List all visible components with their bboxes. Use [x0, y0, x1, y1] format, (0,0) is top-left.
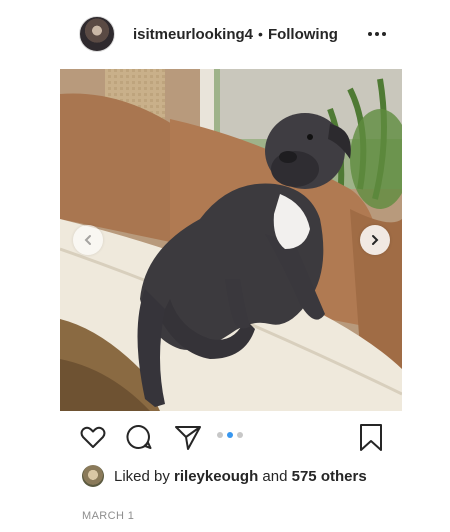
comment-button[interactable]: [124, 422, 154, 457]
send-icon: [175, 426, 201, 450]
like-button[interactable]: [78, 422, 108, 457]
carousel-dot-active: [227, 432, 233, 438]
more-options-icon[interactable]: [364, 26, 390, 42]
header-separator: •: [258, 26, 263, 42]
bookmark-icon: [360, 424, 382, 451]
post-header: isitmeurlooking4 • Following: [60, 14, 402, 54]
post-date[interactable]: MARCH 1: [82, 510, 134, 522]
likes-summary: Liked by rileykeough and 575 others: [82, 463, 367, 489]
liker-avatar[interactable]: [82, 465, 104, 487]
carousel-dot: [237, 432, 243, 438]
post-actions: [60, 420, 402, 456]
save-button[interactable]: [356, 422, 386, 457]
comment-icon: [126, 424, 152, 449]
post-photo[interactable]: [60, 69, 402, 411]
liker-username[interactable]: rileykeough: [174, 468, 258, 485]
carousel-dot: [217, 432, 223, 438]
likes-joiner: and: [262, 467, 288, 485]
carousel-prev-button[interactable]: [73, 225, 103, 255]
heart-icon: [80, 426, 106, 448]
carousel-next-button[interactable]: [360, 225, 390, 255]
carousel-indicator: [217, 432, 243, 438]
following-button[interactable]: Following: [268, 26, 338, 43]
author-username[interactable]: isitmeurlooking4: [133, 26, 253, 43]
liked-by-prefix: Liked by: [114, 467, 170, 485]
dog-on-couch-image: [60, 69, 402, 411]
chevron-right-icon: [372, 235, 379, 245]
author-avatar[interactable]: [79, 16, 115, 52]
chevron-left-icon: [84, 235, 91, 245]
likes-others-link[interactable]: 575 others: [292, 468, 367, 485]
share-button[interactable]: [173, 422, 203, 457]
